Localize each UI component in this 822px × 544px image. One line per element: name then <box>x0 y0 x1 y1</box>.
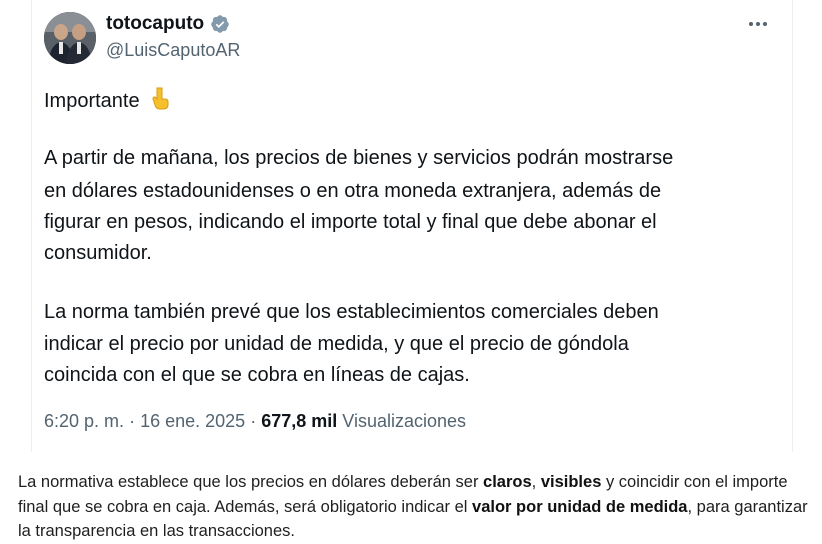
tweet-date[interactable]: 16 ene. 2025 <box>140 411 245 431</box>
tweet-text-importante: Importante <box>44 90 140 112</box>
author-handle[interactable]: @LuisCaputoAR <box>106 40 240 61</box>
tweet-text-line: consumidor. <box>44 242 152 264</box>
display-name-text[interactable]: totocaputo <box>106 13 204 35</box>
caption-bold: valor por unidad de medida <box>472 497 688 516</box>
verified-badge-icon <box>211 15 229 33</box>
caption-bold: claros <box>483 473 532 491</box>
caption-text: La normativa establece que los precios e… <box>18 473 484 491</box>
caption-text: , <box>531 473 541 491</box>
point-down-icon <box>152 87 169 110</box>
views-label[interactable]: Visualizaciones <box>342 411 466 431</box>
article-caption: La normativa establece que los precios e… <box>18 470 808 544</box>
tweet-meta: 6:20 p. m. · 16 ene. 2025 · 677,8 mil Vi… <box>44 411 466 432</box>
tweet-text-line: figurar en pesos, indicando el importe t… <box>44 211 657 233</box>
tweet-text-line: La norma también prevé que los estableci… <box>44 301 659 323</box>
tweet-text-line: Importante <box>44 86 171 113</box>
caption-bold: visibles <box>540 473 602 491</box>
tweet-text-line: indicar el precio por unidad de medida, … <box>44 333 629 355</box>
tweet-time[interactable]: 6:20 p. m. <box>44 411 124 431</box>
more-options-icon[interactable] <box>746 12 770 36</box>
views-count: 677,8 mil <box>261 411 338 431</box>
meta-separator: · <box>250 411 257 431</box>
avatar[interactable] <box>44 12 96 64</box>
tweet-text-line: en dólares estadounidenses o en otra mon… <box>44 180 662 202</box>
avatar-image <box>44 12 96 64</box>
meta-separator: · <box>129 411 136 431</box>
tweet-text-line: coincida con el que se cobra en líneas d… <box>44 364 470 386</box>
display-name[interactable]: totocaputo <box>106 13 230 35</box>
tweet-text-line: A partir de mañana, los precios de biene… <box>44 147 674 169</box>
